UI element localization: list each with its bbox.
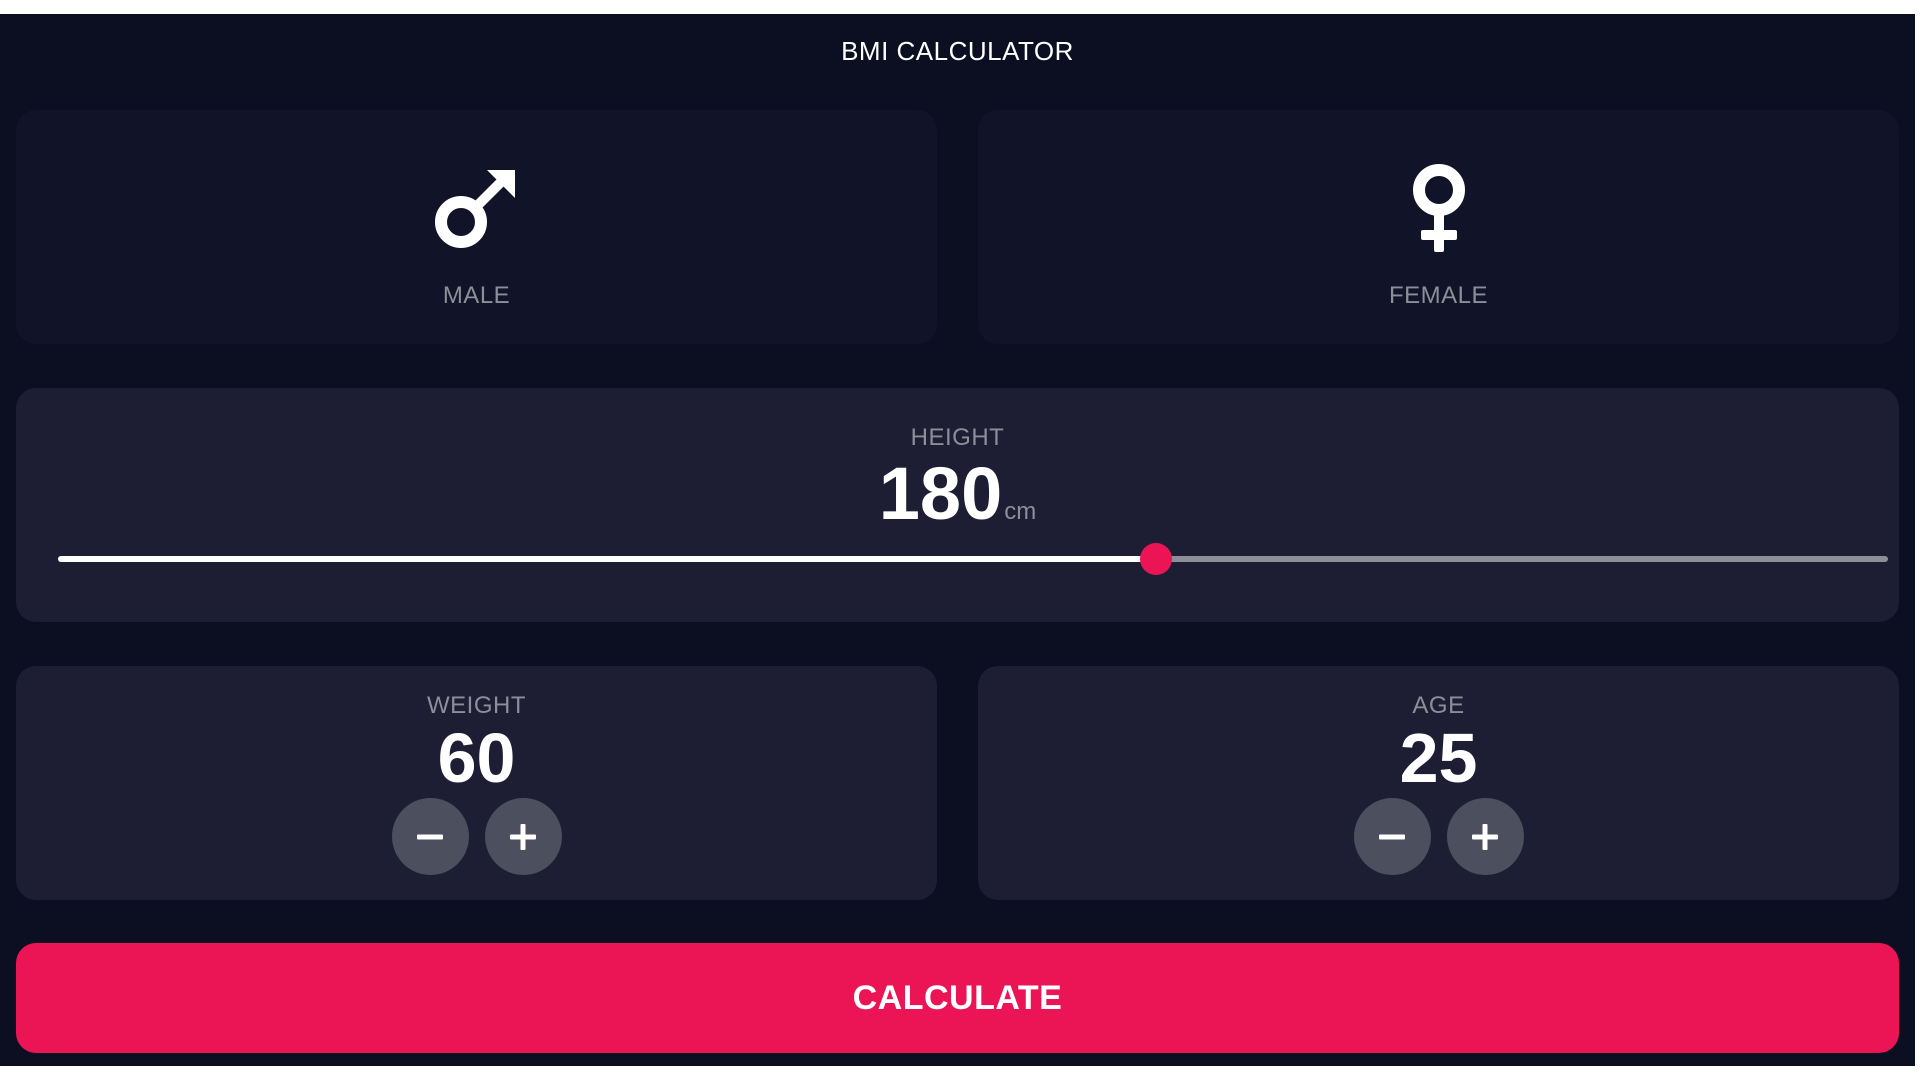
female-label: FEMALE xyxy=(1388,282,1489,309)
calculate-button[interactable]: CALCULATE xyxy=(16,943,1899,1053)
male-label: MALE xyxy=(442,282,511,309)
bmi-app: BMI CALCULATOR MALE FEMALE HEIGHT 180 cm xyxy=(0,14,1915,1066)
weight-card: WEIGHT 60 xyxy=(16,666,937,900)
female-card[interactable]: FEMALE xyxy=(978,110,1899,344)
weight-label: WEIGHT xyxy=(427,692,526,719)
slider-thumb[interactable] xyxy=(1140,543,1172,575)
age-increment-button[interactable] xyxy=(1446,798,1524,875)
weight-controls xyxy=(391,798,562,875)
female-symbol-icon xyxy=(1412,164,1465,252)
minus-icon xyxy=(417,834,443,839)
app-title: BMI CALCULATOR xyxy=(841,36,1074,66)
plus-icon xyxy=(1472,823,1498,850)
age-value: 25 xyxy=(1399,719,1478,797)
height-card: HEIGHT 180 cm xyxy=(16,388,1899,622)
slider-active-track xyxy=(58,556,1156,562)
calculate-label: CALCULATE xyxy=(852,978,1063,1017)
male-symbol-icon xyxy=(434,170,515,248)
weight-value: 60 xyxy=(437,719,516,797)
age-card: AGE 25 xyxy=(978,666,1899,900)
age-label: AGE xyxy=(1412,692,1465,719)
minus-icon xyxy=(1379,834,1405,839)
height-value: 180 xyxy=(878,452,1003,535)
height-slider[interactable] xyxy=(58,543,1888,575)
weight-decrement-button[interactable] xyxy=(391,798,469,875)
height-unit: cm xyxy=(1004,498,1037,525)
weight-increment-button[interactable] xyxy=(484,798,562,875)
height-label: HEIGHT xyxy=(910,424,1005,451)
height-value-row: 180 cm xyxy=(879,454,1036,534)
plus-icon xyxy=(510,823,536,850)
age-decrement-button[interactable] xyxy=(1353,798,1431,875)
age-controls xyxy=(1353,798,1524,875)
male-card[interactable]: MALE xyxy=(16,110,937,344)
